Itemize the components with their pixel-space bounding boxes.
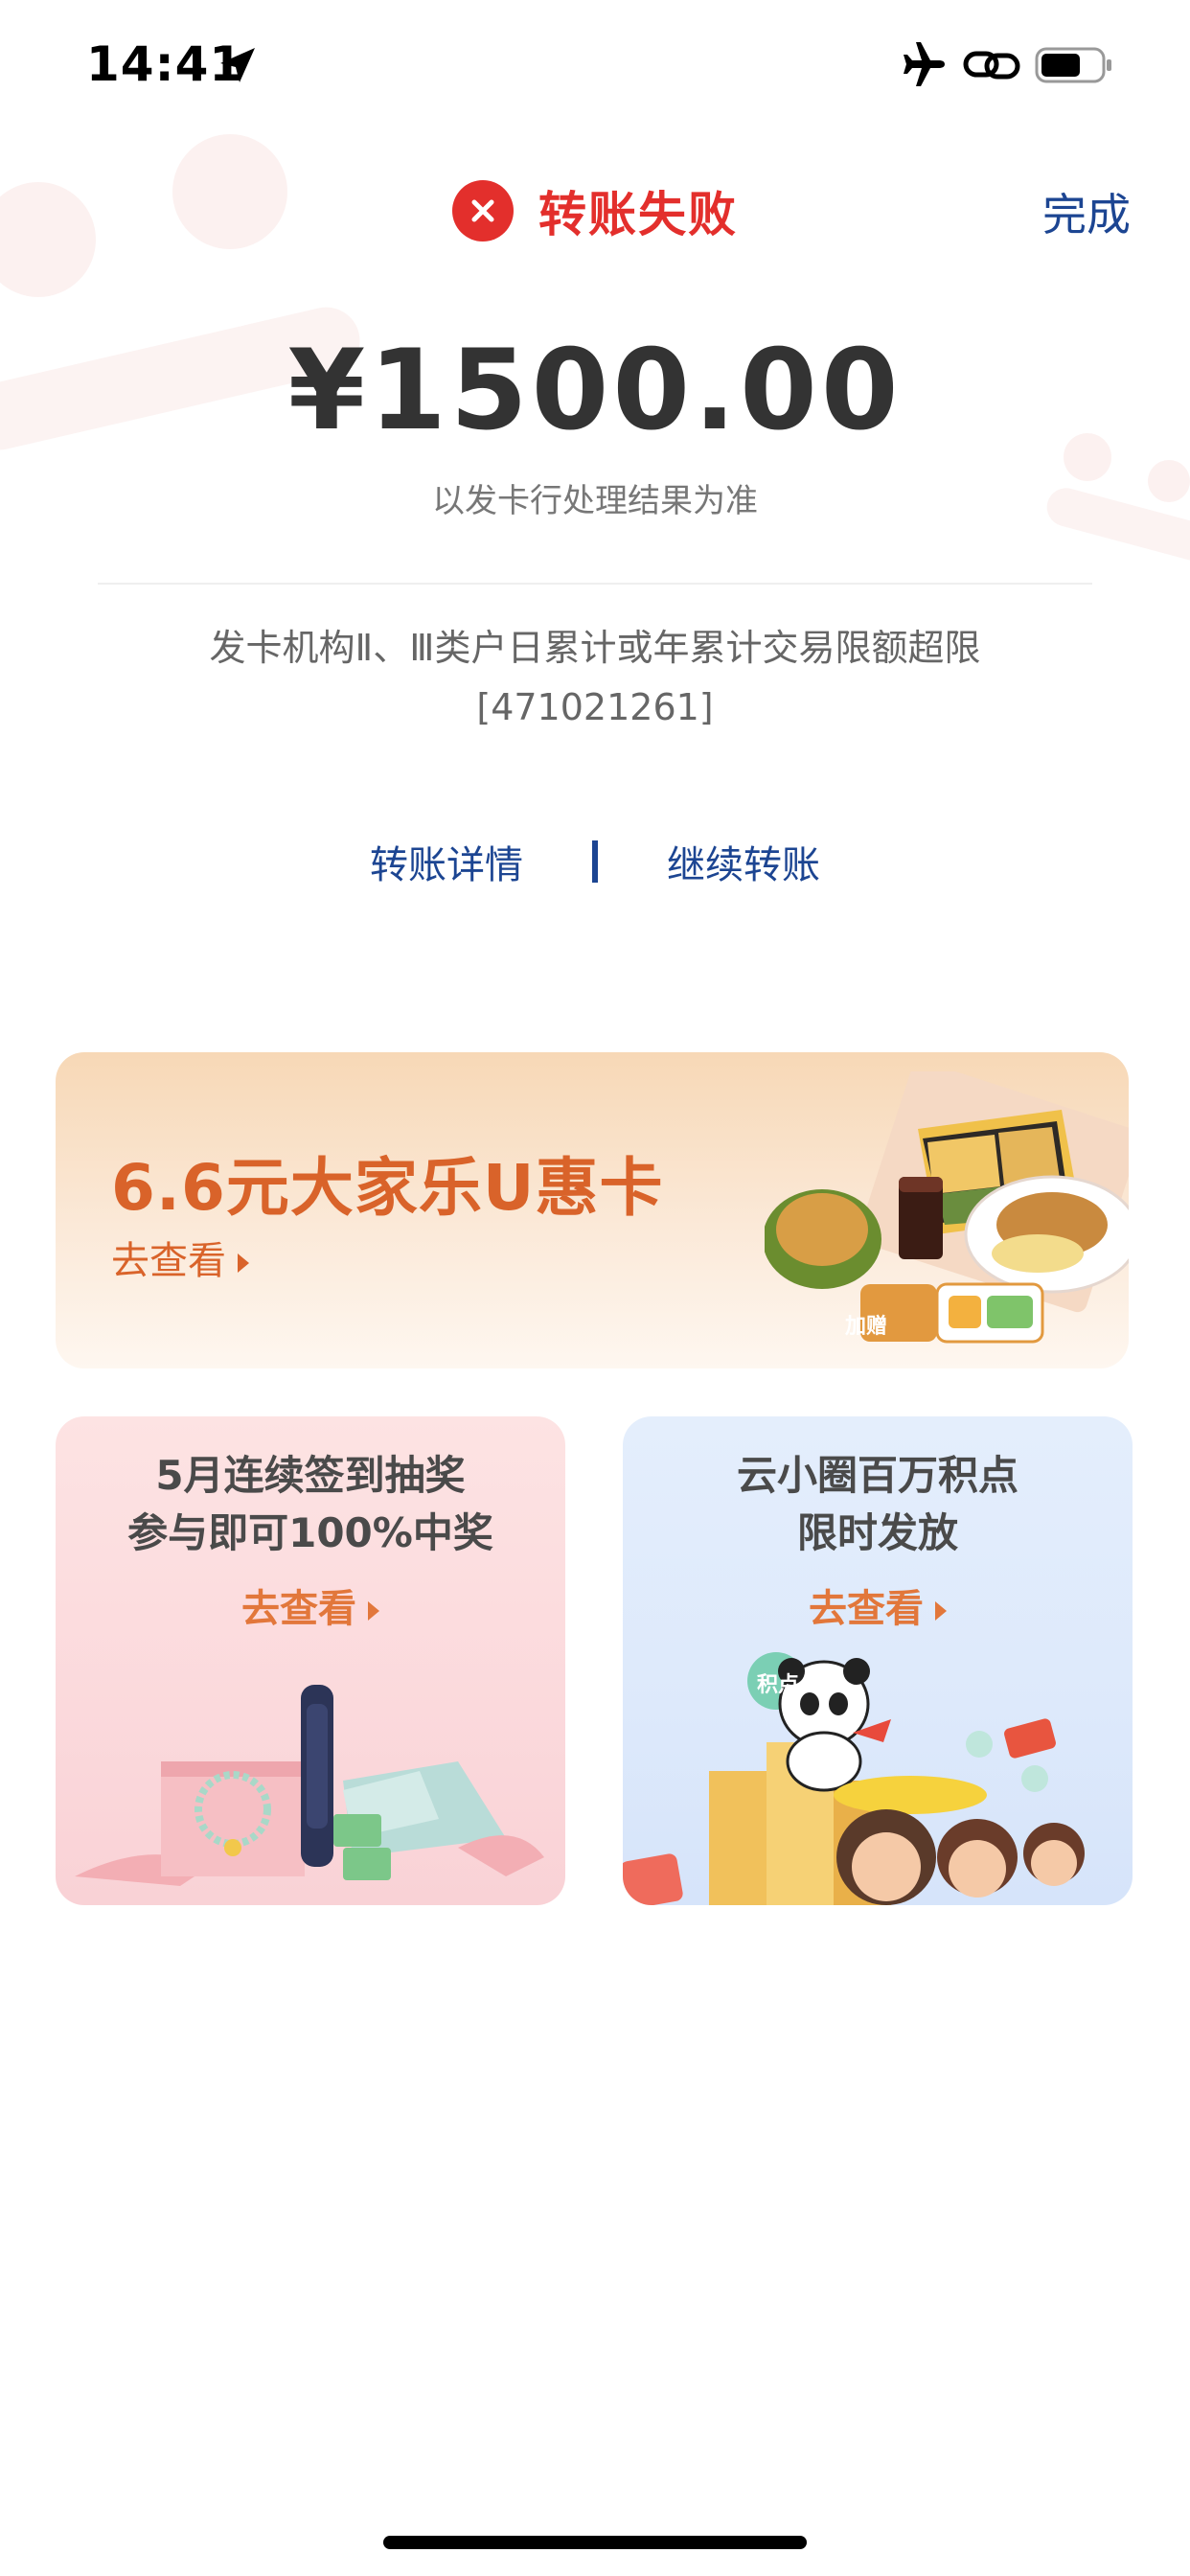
panda-illustration bbox=[623, 1652, 1085, 1905]
meal-illustration bbox=[765, 1071, 1129, 1344]
card-title: 5月连续签到抽奖 参与即可100%中奖 bbox=[56, 1447, 565, 1562]
action-links: 转账详情 继续转账 bbox=[0, 828, 1190, 895]
card-title-line: 参与即可100%中奖 bbox=[127, 1509, 493, 1556]
divider bbox=[98, 583, 1092, 585]
card-cta-label: 去查看 bbox=[809, 1587, 924, 1631]
promo-banner-meal-card[interactable]: 6.6元大家乐U惠卡 去查看 加赠 bbox=[56, 1052, 1129, 1368]
home-indicator[interactable] bbox=[383, 2536, 807, 2549]
link-icon bbox=[963, 46, 1020, 88]
play-arrow-icon bbox=[935, 1601, 947, 1621]
card-title: 云小圈百万积点 限时发放 bbox=[623, 1447, 1133, 1562]
card-title-line: 5月连续签到抽奖 bbox=[155, 1452, 466, 1499]
banner-cta[interactable]: 去查看 bbox=[111, 1230, 249, 1285]
status-bar: 14:41 bbox=[0, 0, 1190, 134]
play-arrow-icon bbox=[368, 1601, 379, 1621]
amount-note: 以发卡行处理结果为准 bbox=[432, 482, 758, 520]
location-arrow-icon bbox=[217, 44, 259, 90]
card-title-line: 限时发放 bbox=[796, 1509, 958, 1556]
page-title: 转账失败 bbox=[538, 187, 738, 242]
link-separator bbox=[592, 840, 598, 883]
error-x-icon bbox=[452, 180, 514, 242]
points-badge: 积点 bbox=[757, 1673, 800, 1697]
play-arrow-icon bbox=[238, 1254, 249, 1273]
banner-cta-label: 去查看 bbox=[111, 1239, 226, 1283]
promo-card-checkin[interactable]: 5月连续签到抽奖 参与即可100%中奖 去查看 bbox=[56, 1416, 565, 1905]
card-cta[interactable]: 去查看 bbox=[56, 1577, 565, 1633]
prizes-illustration bbox=[75, 1685, 544, 1886]
header: 转账失败 bbox=[0, 177, 1190, 244]
promo-card-points[interactable]: 云小圈百万积点 限时发放 去查看 积点 bbox=[623, 1416, 1133, 1905]
battery-icon bbox=[1035, 46, 1113, 88]
error-message: 发卡机构Ⅱ、Ⅲ类户日累计或年累计交易限额超限[471021261] bbox=[209, 627, 981, 728]
card-title-line: 云小圈百万积点 bbox=[736, 1452, 1018, 1499]
card-cta-label: 去查看 bbox=[241, 1587, 356, 1631]
bonus-badge: 加赠 bbox=[844, 1315, 887, 1339]
banner-title: 6.6元大家乐U惠卡 bbox=[111, 1151, 664, 1225]
done-button[interactable]: 完成 bbox=[1042, 180, 1131, 243]
card-cta[interactable]: 去查看 bbox=[623, 1577, 1133, 1633]
continue-transfer-link[interactable]: 继续转账 bbox=[667, 834, 820, 889]
transfer-amount: ¥1500.00 bbox=[287, 326, 903, 455]
airplane-icon bbox=[901, 42, 949, 90]
transfer-details-link[interactable]: 转账详情 bbox=[370, 834, 523, 889]
